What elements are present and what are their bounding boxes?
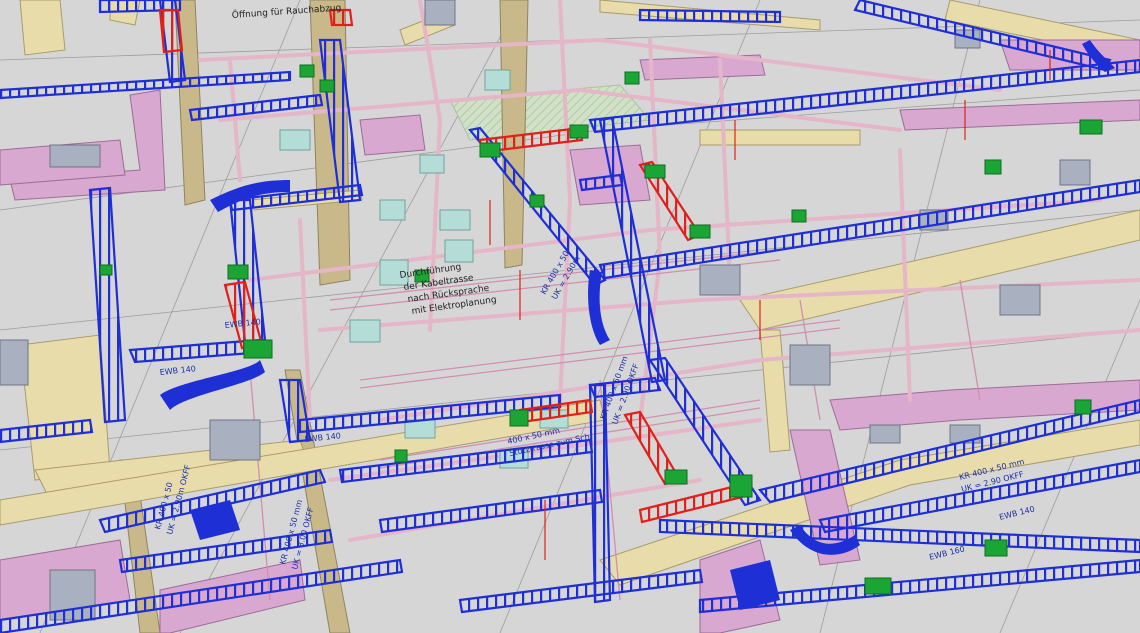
- bim-mep-3d-view: Öffnung für Rauchabzug Durchführung der …: [0, 0, 1140, 633]
